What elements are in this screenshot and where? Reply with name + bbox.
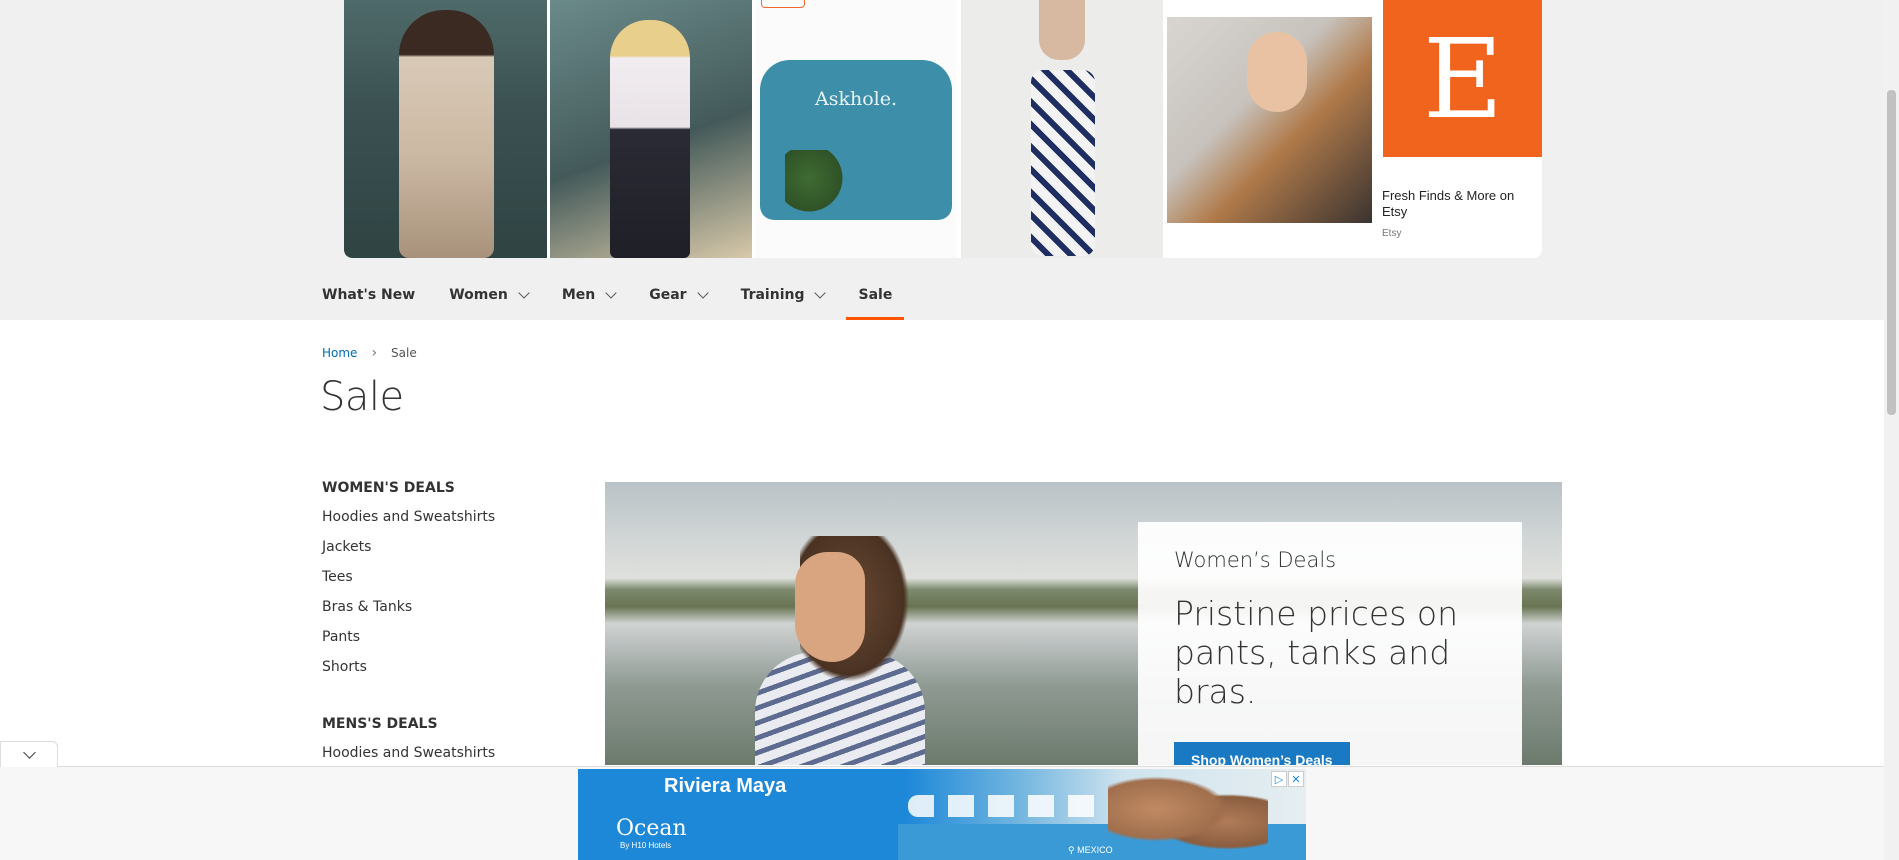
nav-men[interactable]: Men [561,270,617,320]
sidebar-link-jackets[interactable]: Jackets [322,538,572,568]
scrollbar-thumb[interactable] [1887,90,1896,415]
ad-photo-pants[interactable] [961,0,1163,258]
nav-whats-new[interactable]: What's New [322,270,415,320]
chevron-down-icon [22,746,36,759]
ad-umbrellas [908,795,1138,817]
ad-location-text: MEXICO [1077,845,1113,855]
etsy-ad-source: Etsy [1382,228,1402,239]
nav-training[interactable]: Training [740,270,827,320]
etsy-ad-title[interactable]: Fresh Finds & More on Etsy [1382,188,1537,220]
ad-title: Riviera Maya [664,775,787,797]
leaf-decoration [785,150,845,220]
ad-etsy[interactable]: E Fresh Finds & More on Etsy Etsy [1375,0,1542,258]
ad-figure [610,20,690,258]
sidebar-link-hoodies[interactable]: Hoodies and Sweatshirts [322,508,572,538]
ad-figure [1039,0,1085,60]
sidebar-link-bras-tanks[interactable]: Bras & Tanks [322,598,572,628]
womens-deals-banner[interactable]: Women’s Deals Pristine prices on pants, … [605,482,1562,765]
womens-deals-heading: WOMEN'S DEALS [322,480,455,496]
nav-gear[interactable]: Gear [649,270,709,320]
ad-photo-shirt[interactable]: Askhole. [755,0,957,258]
ad-brand: Ocean [616,816,687,841]
chevron-down-icon [814,286,827,299]
sidebar-link-pants[interactable]: Pants [322,628,572,658]
hero-headline: Pristine prices on pants, tanks and bras… [1174,594,1458,711]
adchoices-icon[interactable]: ▷ [1271,771,1287,787]
mens-deals-heading: MENS'S DEALS [322,716,438,732]
close-icon[interactable]: ✕ [1288,771,1304,787]
sidebar-link-shorts[interactable]: Shorts [322,658,572,688]
chevron-down-icon [696,286,709,299]
ad-photo-signed[interactable] [1167,0,1372,258]
top-ad-strip[interactable]: Askhole. E Fresh Finds & More on Etsy Et… [344,0,1542,258]
nav-label: Men [561,287,596,303]
nav-label: Women [449,287,508,303]
chevron-down-icon [518,286,530,299]
chevron-right-icon: › [371,345,378,361]
ad-controls: ▷ ✕ [1271,771,1304,787]
breadcrumb: Home › Sale [322,345,417,361]
nav-sale[interactable]: Sale [846,270,905,320]
scrollbar[interactable] [1884,0,1899,860]
chevron-down-icon [605,286,617,299]
discount-badge [761,0,805,8]
breadcrumb-current: Sale [391,346,417,360]
ad-photo-woman-tv[interactable] [550,0,752,258]
hero-eyebrow: Women’s Deals [1174,548,1337,572]
hero-card: Women’s Deals Pristine prices on pants, … [1138,522,1522,765]
signed-photo [1167,17,1372,223]
hero-figure-face [795,552,865,662]
page-title: Sale [320,374,404,420]
sidebar-link-tees[interactable]: Tees [322,568,572,598]
nav-label: Gear [649,287,687,303]
breadcrumb-home[interactable]: Home [322,346,357,360]
shirt-text: Askhole. [815,88,898,110]
nav-label: Sale [858,287,893,303]
shop-womens-deals-button[interactable]: Shop Women’s Deals [1174,742,1350,765]
sidebar: WOMEN'S DEALS Hoodies and Sweatshirts Ja… [322,480,572,774]
ad-location: ⚲ MEXICO [1068,845,1113,856]
location-pin-icon: ⚲ [1068,845,1075,855]
etsy-logo: E [1383,0,1542,157]
ad-brand-sub: By H10 Hotels [620,841,672,850]
ad-figure [399,10,494,258]
ad-people [1108,775,1268,860]
pants-image [1031,70,1095,256]
nav-women[interactable]: Women [449,270,530,320]
ad-photo-woman-gown[interactable] [344,0,547,258]
main-nav: What's New Women Men Gear Training Sale [322,270,926,320]
ad-figure [1247,32,1307,112]
bottom-ad-banner[interactable]: Riviera Maya Ocean By H10 Hotels ⚲ MEXIC… [578,769,1306,860]
nav-label: What's New [322,287,416,303]
collapse-ad-button[interactable] [0,741,58,767]
nav-label: Training [740,287,805,303]
